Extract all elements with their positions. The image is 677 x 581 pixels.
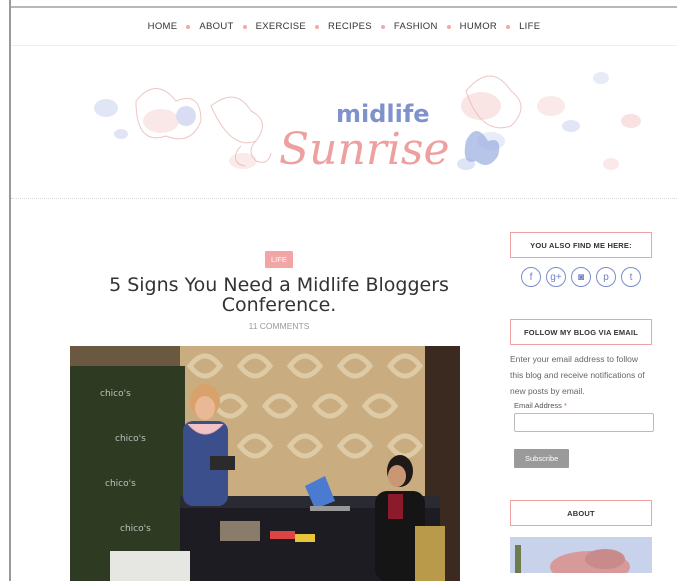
nav-item-home[interactable]: HOME — [148, 21, 178, 32]
banner-text: chico's — [115, 434, 146, 444]
nav-item-recipes[interactable]: RECIPES — [328, 21, 372, 32]
email-label-text: Email Address — [514, 401, 562, 410]
facebook-icon[interactable]: f — [521, 267, 541, 287]
logo-sunrise-text: Sunrise — [279, 124, 450, 175]
site-header: midlife Sunrise — [11, 46, 677, 198]
about-image[interactable] — [510, 537, 652, 573]
about-photo — [510, 537, 652, 573]
post-category-tag[interactable]: LIFE — [265, 251, 293, 268]
nav-separator-dot — [315, 24, 320, 29]
post-article: LIFE 5 Signs You Need a Midlife Bloggers… — [70, 232, 488, 581]
nav-separator-dot — [242, 24, 247, 29]
social-icons: f g+ ◙ p t — [510, 267, 652, 287]
nav-item-humor[interactable]: HUMOR — [460, 21, 497, 32]
nav-separator-dot — [446, 24, 451, 29]
google-plus-icon[interactable]: g+ — [546, 267, 566, 287]
nav-item-about[interactable]: ABOUT — [199, 21, 233, 32]
required-marker: * — [564, 401, 567, 410]
social-widget-title: YOU ALSO FIND ME HERE: — [510, 232, 652, 258]
nav-separator-dot — [186, 24, 191, 29]
top-nav: HOME ABOUT EXERCISE RECIPES FASHION HUMO… — [11, 6, 677, 46]
pinterest-icon[interactable]: p — [596, 267, 616, 287]
post-comments-link[interactable]: 11 COMMENTS — [70, 321, 488, 331]
banner-text: chico's — [100, 389, 131, 399]
banner-text: chico's — [105, 479, 136, 489]
nav-separator-dot — [380, 24, 385, 29]
email-label: Email Address * — [514, 401, 652, 410]
post-title[interactable]: 5 Signs You Need a Midlife Bloggers Conf… — [70, 275, 488, 315]
banner-text: chico's — [120, 524, 151, 534]
subscribe-button[interactable]: Subscribe — [514, 449, 570, 468]
nav-separator-dot — [506, 24, 511, 29]
header-divider — [11, 198, 677, 199]
conference-photo: chico's chico's chico's chico's chico's — [70, 346, 460, 581]
follow-widget-title: FOLLOW MY BLOG VIA EMAIL — [510, 319, 652, 345]
email-input[interactable] — [514, 413, 654, 432]
post-featured-image[interactable]: chico's chico's chico's chico's chico's — [70, 346, 460, 581]
about-widget-title: ABOUT — [510, 500, 652, 526]
instagram-icon[interactable]: ◙ — [571, 267, 591, 287]
nav-item-life[interactable]: LIFE — [519, 21, 540, 32]
nav-item-fashion[interactable]: FASHION — [394, 21, 438, 32]
nav-item-exercise[interactable]: EXERCISE — [256, 21, 306, 32]
twitter-icon[interactable]: t — [621, 267, 641, 287]
follow-description: Enter your email address to follow this … — [510, 354, 645, 396]
sidebar: YOU ALSO FIND ME HERE: f g+ ◙ p t FOLLOW… — [510, 232, 654, 573]
header-floral-artwork: midlife Sunrise — [94, 72, 641, 175]
